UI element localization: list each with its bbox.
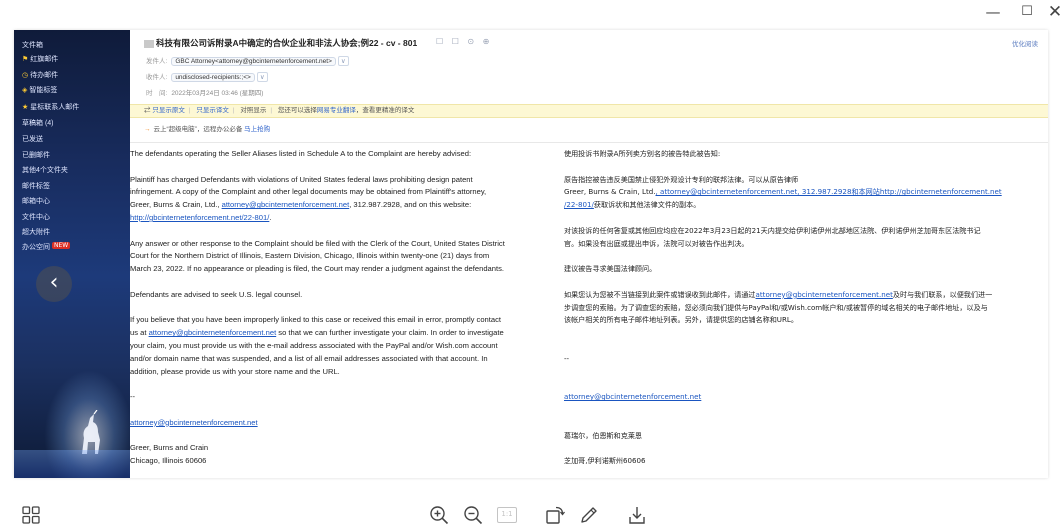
website-link[interactable]: /22-801/ [564,200,594,209]
paragraph: 如果您认为您被不当链接到此案件或错误收到此邮件，请通过attorney@gbci… [564,289,993,325]
sidebar-item: ◈ 智能标签 [22,87,58,94]
sidebar-item: 文件中心 [22,214,50,221]
tag-icon: ◈ [22,87,28,94]
sidebar-item: 邮件标签 [22,183,50,190]
to-chip[interactable]: undisclosed-recipients:;<> [171,73,255,82]
time-row: 时 间: 2022年03月24日 03:46 (星期四) [146,90,264,97]
sidebar-item: 其他4个文件夹 [22,167,68,174]
arrow-right-icon: → [144,126,151,133]
redacted-mark [144,39,154,48]
actual-size-icon: 1:1 [497,507,517,523]
maximize-button[interactable]: ☐ [1012,2,1042,22]
close-button[interactable]: ✕ [1040,2,1062,22]
promo-bar: → 云上“超级电脑”，远程办公必备 马上抢购 [144,126,271,133]
paragraph: 原告指控被告违反美国禁止侵犯外观设计专利的联邦法律。可以从原告律师 Greer,… [564,174,1002,210]
save-button[interactable] [626,504,648,526]
thumbnails-button[interactable] [20,504,42,526]
actual-size-button[interactable]: 1:1 [496,504,518,526]
time-value: 2022年03月24日 03:46 (星期四) [171,90,264,97]
email-link[interactable]: attorney@gbcinternetenforcement.net [564,391,701,404]
sidebar-item: 草稿箱 (4) [22,120,54,127]
save-icon [629,507,645,524]
flag-icon: ⚑ [22,56,29,63]
previous-image-button[interactable]: ‹ [36,266,72,302]
promo-link[interactable]: 马上抢购 [244,126,270,133]
sidebar-item: 已删邮件 [22,152,50,159]
zoom-out-button[interactable] [462,504,484,526]
email-link[interactable]: attorney@gbcinternetenforcement.net [756,290,893,299]
chip-dropdown-icon[interactable]: ∨ [256,72,268,82]
email-link[interactable]: , attorney@gbcinternetenforcement.net, 3… [655,187,1001,196]
email-link[interactable]: attorney@gbcinternetenforcement.net [130,417,258,430]
sidebar-item: 文件箱 [22,42,43,49]
email-link[interactable]: attorney@gbcinternetenforcement.net [222,200,350,209]
translation-notice-bar: ⇄ 只显示原文 | 只显示译文 | 对照显示 | 您还可以选择网易专业翻译，查看更精准… [130,104,1048,118]
rotate-button[interactable] [544,504,566,526]
signature-dash: -- [564,353,570,363]
chevron-left-icon: ‹ [49,270,59,295]
pro-translation-link[interactable]: 网易专业翻译 [317,107,356,114]
photo-canvas: 文件箱 ⚑ 红旗邮件 ◷ 待办邮件 ◈ 智能标签 ★ 星标联系人邮件 草稿箱 (4) 已… [14,30,1048,478]
sidebar-item: 办公空间 [22,244,50,251]
signature-email: attorney@gbcinternetenforcement.net [130,417,258,430]
zoom-out-icon [464,506,483,525]
optimize-reading-link[interactable]: 优化阅读 [1012,38,1038,48]
signature-dash: -- [130,392,136,402]
sidebar-item: 已发送 [22,136,43,143]
subject-action-icons[interactable]: ☐ ☐ ⊙ ⊕ [436,37,492,46]
signature: 葛瑞尔，伯恩斯和克莱恩 [564,430,643,440]
from-chip[interactable]: GBC Attorney<attorney@gbcinternetenforce… [171,57,336,66]
paragraph: Defendants are advised to seek U.S. lega… [130,289,303,299]
minimize-button[interactable]: — [978,2,1008,22]
paragraph: 建议被告寻求美国法律顾问。 [564,264,657,274]
new-badge: NEW [52,242,71,249]
rotate-icon [546,506,566,524]
sidebar-item: ★ 星标联系人邮件 [22,104,80,111]
mail-header: 科技有限公司诉附录A中确定的合伙企业和非法人协会;例22 - cv - 801 … [130,30,1048,102]
divider [130,142,1048,143]
paragraph: 对该投诉的任何答复或其他回应均应在2022年3月23日起的21天内提交给伊利诺伊… [564,225,981,248]
sidebar-item: ◷ 待办邮件 [22,72,59,79]
paragraph: 使用投诉书附录A所列卖方别名的被告特此被告知: [564,149,721,158]
paragraph: If you believe that you have been improp… [130,315,504,376]
sidebar-item: ⚑ 红旗邮件 [22,56,59,63]
zoom-in-button[interactable] [428,504,450,526]
signature: 芝加哥,伊利诺斯州60606 [564,456,646,466]
mail-content: 科技有限公司诉附录A中确定的合伙企业和非法人协会;例22 - cv - 801 … [130,30,1048,478]
to-row: 收件人: undisclosed-recipients:;<> ∨ [146,71,268,82]
signature: Greer, Burns and Crain Chicago, Illinois… [130,443,209,466]
chip-dropdown-icon[interactable]: ∨ [337,56,349,66]
paragraph: The defendants operating the Seller Alia… [130,149,472,158]
thumbnails-icon [22,506,40,524]
viewer-toolbar: 1:1 [0,496,1062,532]
zoom-in-icon [430,506,449,525]
compare-option[interactable]: 对照显示 [240,107,266,114]
sidebar-item: 邮箱中心 [22,198,50,205]
window-titlebar: — ☐ ✕ [0,0,1062,24]
email-link[interactable]: attorney@gbcinternetenforcement.net [149,328,277,337]
paragraph: Plaintiff has charged Defendants with vi… [130,174,487,222]
mail-subject: 科技有限公司诉附录A中确定的合伙企业和非法人协会;例22 - cv - 801 [144,37,417,49]
show-original-link[interactable]: 只显示原文 [152,107,185,114]
mail-sidebar: 文件箱 ⚑ 红旗邮件 ◷ 待办邮件 ◈ 智能标签 ★ 星标联系人邮件 草稿箱 (4) 已… [14,30,130,478]
website-link[interactable]: http://gbcinternetenforcement.net/22-801… [130,213,269,222]
sidebar-item: 超大附件 [22,229,50,236]
signature-email: attorney@gbcinternetenforcement.net [564,391,701,404]
show-translation-link[interactable]: 只显示译文 [196,107,229,114]
edit-icon [581,507,597,523]
clock-icon: ◷ [22,72,29,79]
star-icon: ★ [22,104,29,111]
from-row: 发件人: GBC Attorney<attorney@gbcinternetenf… [146,55,349,66]
paragraph: Any answer or other response to the Comp… [130,238,505,274]
edit-button[interactable] [578,504,600,526]
water-reflection [14,450,130,478]
